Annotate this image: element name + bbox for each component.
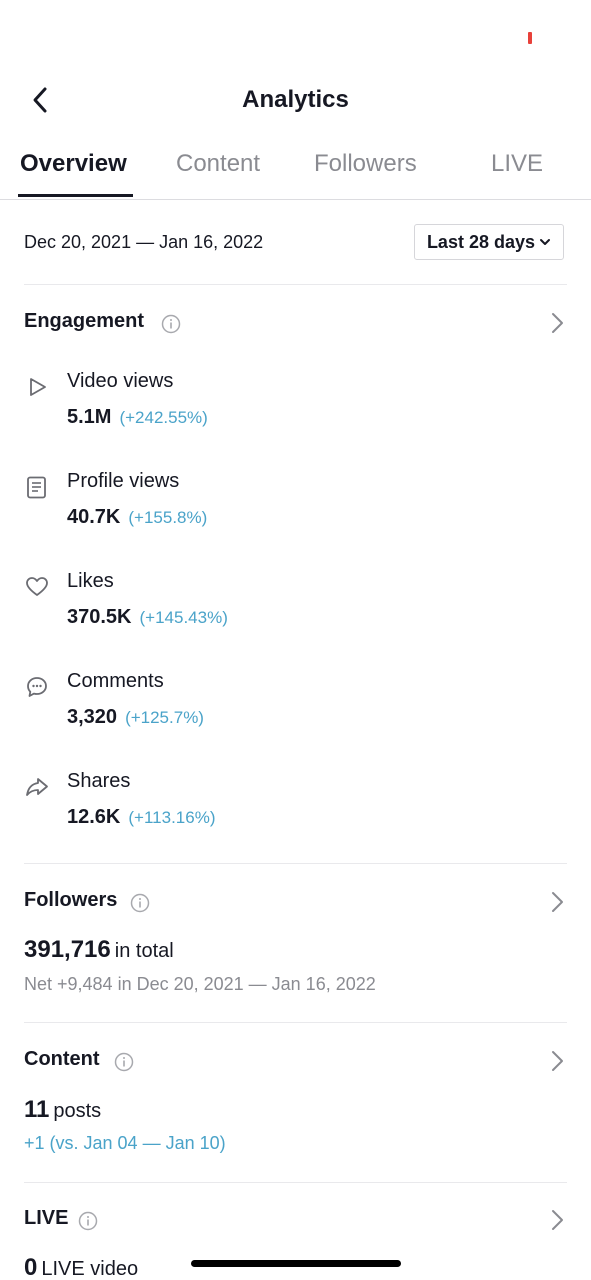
live-header[interactable]: LIVE [24,1207,567,1237]
info-icon[interactable] [161,314,181,334]
profile-doc-icon [27,476,46,499]
content-title: Content [24,1048,100,1070]
metric-shares: Shares 12.6K (+113.16%) [24,770,544,850]
range-dropdown-value: Last 28 days [426,231,535,252]
info-icon[interactable] [114,1052,134,1072]
chevron-down-icon [540,239,550,245]
followers-total-line: 391,716 in total [24,936,174,964]
tab-content[interactable]: Content [176,150,260,178]
nav-header: Analytics [0,70,591,130]
engagement-title: Engagement [24,310,145,332]
live-count-line: 0 LIVE video [24,1254,138,1280]
content-count: 11 [24,1096,50,1123]
metric-label: Likes [67,570,114,592]
range-dropdown[interactable]: Last 28 days [413,224,564,260]
share-icon [26,778,48,796]
date-row: Dec 20, 2021 — Jan 16, 2022 Last 28 days [24,224,564,262]
metric-label: Shares [67,770,131,792]
metric-comments: Comments 3,320 (+125.7%) [24,670,544,750]
metric-value: 370.5K [67,606,132,628]
followers-header[interactable]: Followers [24,889,567,919]
comment-icon [27,677,47,697]
followers-title: Followers [24,889,118,911]
metric-values: 3,320 (+125.7%) [67,706,204,729]
metric-values: 370.5K (+145.43%) [67,606,228,629]
content-header[interactable]: Content [24,1048,567,1078]
live-title: LIVE [24,1207,69,1229]
metric-value: 5.1M [67,406,112,428]
metric-value: 40.7K [67,506,121,528]
chevron-right-icon[interactable] [547,1048,567,1074]
metric-profile-views: Profile views 40.7K (+155.8%) [24,470,544,550]
divider [24,863,567,864]
metric-value: 3,320 [67,706,118,728]
divider [24,284,567,285]
metric-value: 12.6K [67,806,121,828]
metric-label: Profile views [67,470,180,492]
metric-video-views: Video views 5.1M (+242.55%) [24,370,544,450]
content-count-line: 11 posts [24,1096,101,1124]
metric-values: 40.7K (+155.8%) [67,506,207,529]
status-indicator [528,32,532,44]
metric-values: 12.6K (+113.16%) [67,806,215,829]
info-icon[interactable] [130,893,150,913]
live-count: 0 [24,1254,38,1280]
chevron-right-icon[interactable] [547,889,567,915]
home-indicator[interactable] [191,1260,401,1267]
metric-change: (+242.55%) [119,408,208,427]
engagement-header[interactable]: Engagement [24,310,567,340]
chevron-right-icon[interactable] [547,1207,567,1233]
metric-change: (+113.16%) [128,808,216,827]
metric-change: (+155.8%) [128,508,208,527]
play-icon [30,378,46,396]
metric-label: Video views [67,370,174,392]
tab-overview[interactable]: Overview [20,150,127,178]
active-tab-indicator [18,194,133,197]
tab-bar: Overview Content Followers LIVE [0,138,591,200]
metric-change: (+125.7%) [125,708,204,727]
content-count-suffix: posts [53,1100,102,1122]
tab-live[interactable]: LIVE [491,150,543,178]
metric-label: Comments [67,670,164,692]
divider [24,1022,567,1023]
metric-change: (+145.43%) [139,608,228,627]
info-icon[interactable] [78,1211,98,1231]
metric-likes: Likes 370.5K (+145.43%) [24,570,544,650]
followers-total: 391,716 [24,936,111,963]
date-range-text: Dec 20, 2021 — Jan 16, 2022 [24,232,264,252]
live-count-suffix: LIVE video [41,1258,139,1280]
heart-icon [26,577,48,596]
divider [24,1182,567,1183]
content-compare: +1 (vs. Jan 04 — Jan 10) [24,1133,226,1153]
followers-total-suffix: in total [114,940,174,962]
chevron-right-icon[interactable] [547,310,567,336]
followers-net: Net +9,484 in Dec 20, 2021 — Jan 16, 202… [24,974,376,994]
page-title: Analytics [242,86,349,113]
tab-followers[interactable]: Followers [314,150,417,178]
metric-values: 5.1M (+242.55%) [67,406,208,429]
